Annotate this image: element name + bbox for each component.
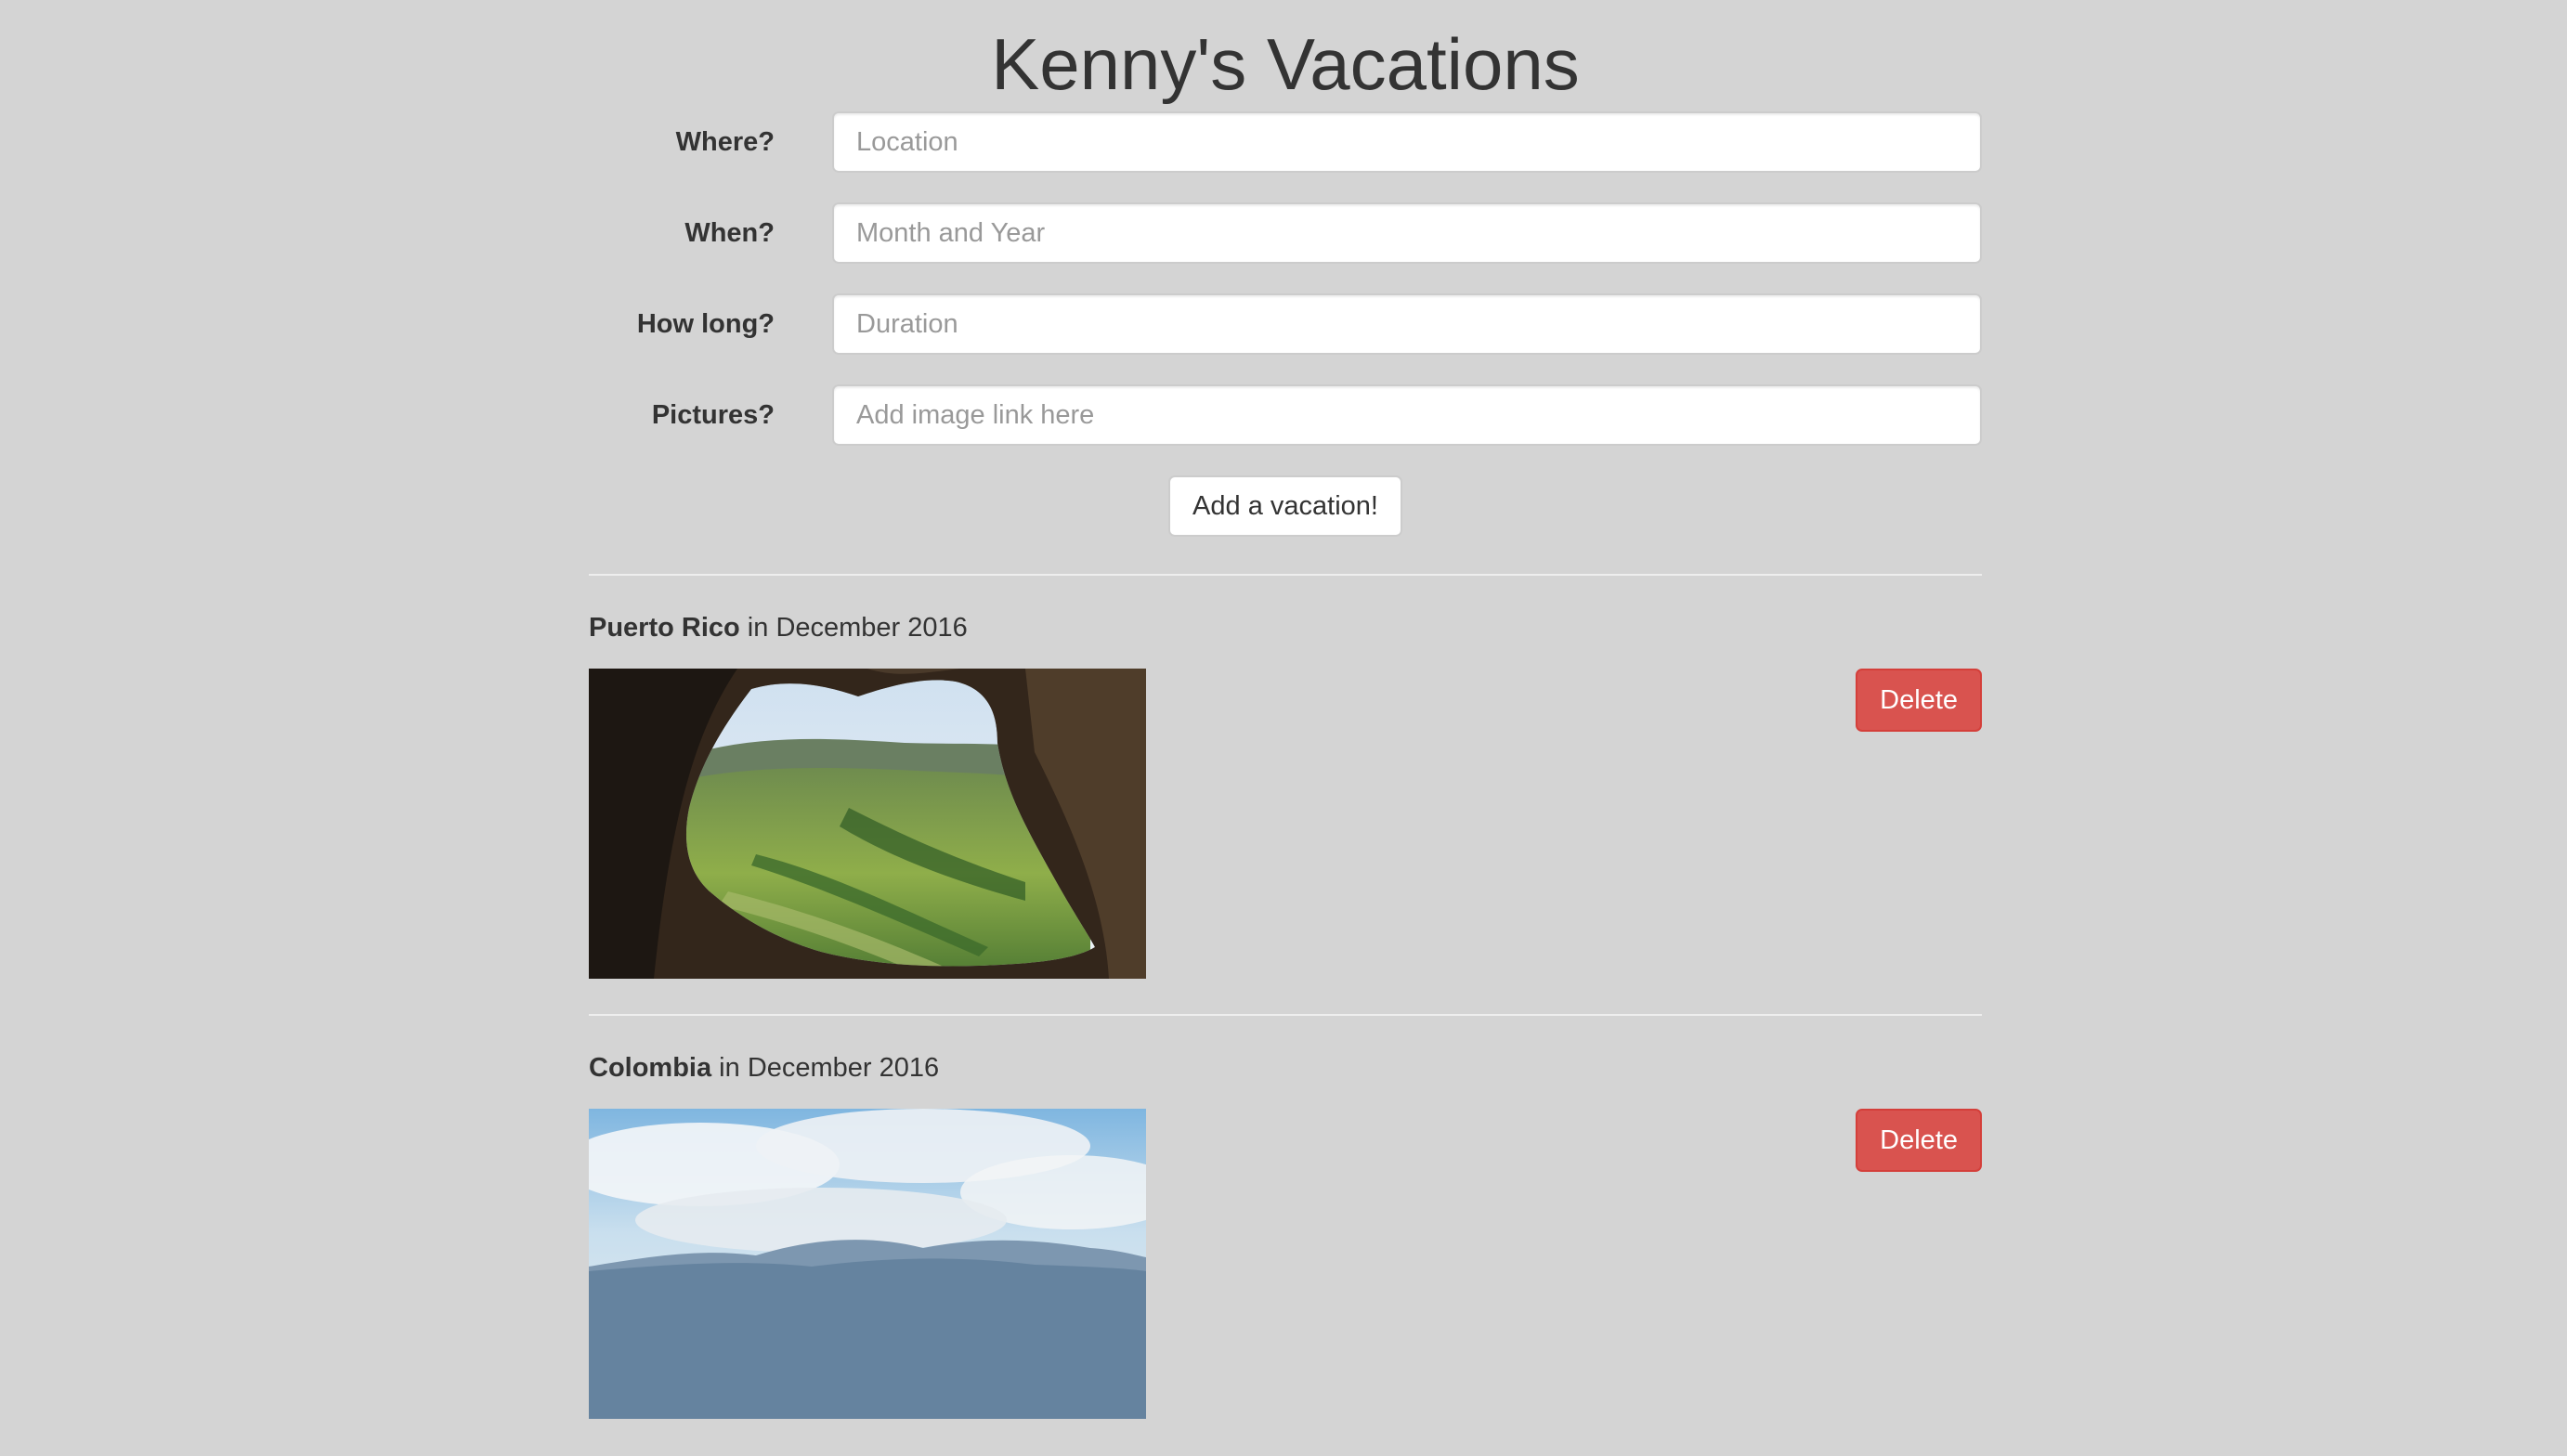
vacation-place: Puerto Rico bbox=[589, 613, 740, 643]
date-label: When? bbox=[684, 218, 775, 248]
cave-window-landscape-image bbox=[589, 669, 1146, 979]
delete-button[interactable]: Delete bbox=[1856, 669, 1982, 732]
vacation-photo bbox=[589, 1109, 1146, 1419]
pictures-label: Pictures? bbox=[651, 400, 775, 430]
date-input[interactable] bbox=[832, 202, 1982, 264]
form-row-duration: How long? bbox=[589, 293, 1982, 384]
form-row-pictures: Pictures? bbox=[589, 384, 1982, 475]
form-row-date: When? bbox=[589, 202, 1982, 293]
vacation-title: Puerto Rico in December 2016 bbox=[589, 609, 968, 646]
delete-button[interactable]: Delete bbox=[1856, 1109, 1982, 1172]
submit-row: Add a vacation! bbox=[589, 475, 1982, 537]
pictures-input[interactable] bbox=[832, 384, 1982, 446]
page-container: Kenny's Vacations Where? When? How long?… bbox=[589, 0, 1982, 1456]
vacation-form: Where? When? How long? Pictures? Add a v… bbox=[589, 111, 1982, 537]
vacation-photo bbox=[589, 669, 1146, 979]
vacation-title: Colombia in December 2016 bbox=[589, 1049, 939, 1086]
duration-label: How long? bbox=[636, 309, 775, 339]
vacation-item-puerto-rico: Puerto Rico in December 2016 Delete bbox=[589, 576, 1982, 1016]
vacation-date: December 2016 bbox=[775, 613, 968, 643]
location-input[interactable] bbox=[832, 111, 1982, 173]
vacation-place: Colombia bbox=[589, 1053, 712, 1083]
vacation-connector: in bbox=[711, 1053, 748, 1083]
location-label: Where? bbox=[675, 127, 775, 157]
page-title: Kenny's Vacations bbox=[991, 23, 1580, 105]
cloudy-mountain-landscape-image bbox=[589, 1109, 1146, 1419]
add-vacation-button[interactable]: Add a vacation! bbox=[1168, 475, 1402, 537]
duration-input[interactable] bbox=[832, 293, 1982, 355]
vacation-item-colombia: Colombia in December 2016 Delete bbox=[589, 1016, 1982, 1456]
vacation-connector: in bbox=[739, 613, 776, 643]
form-row-location: Where? bbox=[589, 111, 1982, 202]
vacation-date: December 2016 bbox=[747, 1053, 940, 1083]
